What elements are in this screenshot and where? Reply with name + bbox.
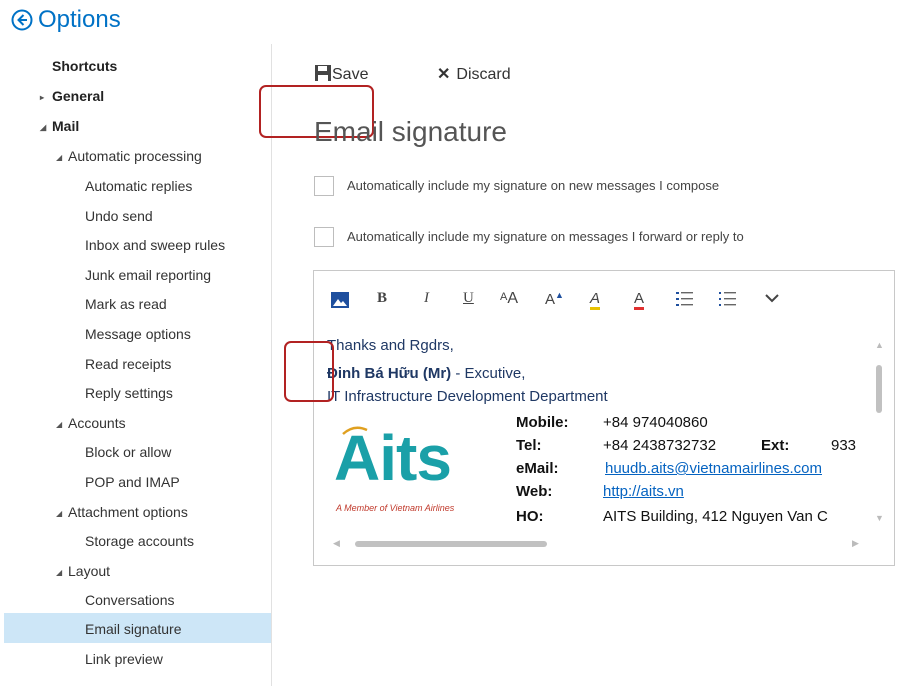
signature-content[interactable]: Thanks and Rgdrs, Đinh Bá Hữu (Mr) - Exc…	[327, 337, 872, 537]
more-options-chevron-icon[interactable]	[764, 290, 780, 310]
expanded-triangle-icon[interactable]: ◢	[40, 123, 50, 132]
scroll-left-arrow-icon[interactable]: ◀	[333, 538, 340, 549]
sidebar-item-automatic-replies[interactable]: Automatic replies	[85, 178, 192, 194]
signature-role: - Excutive,	[451, 365, 526, 382]
insert-picture-icon[interactable]	[330, 290, 350, 310]
sidebar-item-accounts[interactable]: ◢ Accounts	[56, 415, 126, 431]
sidebar-item-link-preview[interactable]: Link preview	[85, 651, 163, 667]
sidebar-item-junk-email-reporting[interactable]: Junk email reporting	[85, 267, 211, 283]
numbered-list-icon	[719, 292, 736, 306]
highlight-button[interactable]: A	[590, 290, 601, 310]
highlighter-icon: A	[590, 290, 601, 310]
options-sidebar: Shortcuts ▸ General ◢ Mail ◢ Automatic proc…	[0, 44, 272, 686]
font-color-button[interactable]: A	[634, 290, 645, 310]
save-button[interactable]: Save	[314, 64, 368, 87]
signature-name-line: Đinh Bá Hữu (Mr) - Excutive,	[327, 365, 525, 382]
logo-tagline: A Member of Vietnam Airlines	[336, 503, 455, 513]
sidebar-item-undo-send[interactable]: Undo send	[85, 208, 153, 224]
sidebar-item-general[interactable]: ▸ General	[40, 88, 104, 104]
sidebar-item-label: Attachment options	[68, 504, 188, 520]
section-title: Email signature	[314, 116, 507, 147]
sidebar-item-label: General	[52, 88, 105, 104]
close-icon: ✕	[437, 66, 451, 83]
page-title: Options	[38, 6, 121, 33]
sidebar-item-inbox-sweep-rules[interactable]: Inbox and sweep rules	[85, 237, 225, 253]
horizontal-scrollbar-thumb[interactable]	[355, 541, 547, 547]
sidebar-item-storage-accounts[interactable]: Storage accounts	[85, 533, 194, 549]
sidebar-item-automatic-processing[interactable]: ◢ Automatic processing	[56, 148, 202, 164]
sidebar-item-reply-settings[interactable]: Reply settings	[85, 385, 173, 401]
field-value-tel: +84 2438732732	[603, 437, 717, 454]
sidebar-item-conversations[interactable]: Conversations	[85, 592, 175, 608]
sidebar-item-label: Shortcuts	[52, 58, 118, 74]
field-value-web-link[interactable]: http://aits.vn	[603, 483, 684, 500]
field-label-ho: HO:	[516, 508, 544, 525]
sidebar-item-partial[interactable]	[85, 678, 175, 686]
sidebar-item-email-signature[interactable]: Email signature	[85, 621, 182, 637]
numbering-button[interactable]	[718, 290, 738, 310]
expanded-triangle-icon[interactable]: ◢	[56, 153, 66, 162]
up-arrow-icon: ▲	[555, 290, 564, 300]
field-value-mobile: +84 974040860	[603, 414, 708, 431]
sidebar-item-shortcuts[interactable]: Shortcuts	[52, 58, 117, 74]
aits-logo: Aits A Member of Vietnam Airlines	[334, 422, 494, 525]
field-value-email-link[interactable]: huudb.aits@vietnamairlines.com	[605, 460, 822, 477]
vertical-scrollbar-thumb[interactable]	[876, 365, 882, 413]
signature-greeting: Thanks and Rgdrs,	[327, 337, 454, 354]
bold-button[interactable]: B	[377, 290, 387, 310]
logo-text: Aits	[334, 422, 452, 494]
scroll-up-arrow-icon[interactable]: ▲	[875, 340, 884, 350]
sidebar-item-block-or-allow[interactable]: Block or allow	[85, 444, 171, 460]
bulleted-list-icon	[676, 292, 693, 306]
italic-button[interactable]: I	[424, 290, 429, 310]
sidebar-item-read-receipts[interactable]: Read receipts	[85, 356, 171, 372]
sidebar-item-attachment-options[interactable]: ◢ Attachment options	[56, 504, 188, 520]
field-label-mobile: Mobile:	[516, 414, 569, 431]
save-icon	[314, 64, 332, 87]
sidebar-item-pop-imap[interactable]: POP and IMAP	[85, 474, 180, 490]
back-arrow-icon[interactable]	[10, 8, 34, 32]
underline-button[interactable]: U	[463, 290, 474, 310]
sidebar-item-label: Automatic processing	[68, 148, 202, 164]
expanded-triangle-icon[interactable]: ◢	[56, 568, 66, 577]
sidebar-item-mark-as-read[interactable]: Mark as read	[85, 296, 167, 312]
field-value-ext: 933	[831, 437, 857, 454]
field-label-web: Web:	[516, 483, 553, 500]
sidebar-item-message-options[interactable]: Message options	[85, 326, 191, 342]
signature-department: IT Infrastructure Development Department	[327, 388, 608, 405]
checkbox-new-messages-label: Automatically include my signature on ne…	[347, 178, 720, 193]
checkbox-new-messages[interactable]	[314, 176, 334, 196]
signature-name: Đinh Bá Hữu (Mr)	[327, 365, 452, 382]
checkbox-forward-reply-label: Automatically include my signature on me…	[347, 229, 744, 244]
field-value-ho: AITS Building, 412 Nguyen Van C	[603, 508, 828, 525]
field-label-ext: Ext:	[761, 437, 790, 454]
sidebar-item-mail[interactable]: ◢ Mail	[40, 118, 79, 134]
font-size-glyph: A	[507, 290, 519, 307]
scroll-down-arrow-icon[interactable]: ▼	[875, 513, 884, 523]
save-label: Save	[332, 66, 369, 83]
sidebar-divider	[271, 44, 272, 686]
annotation-box-signature	[284, 341, 334, 402]
page-header: Options	[0, 0, 901, 44]
grow-font-icon: A	[545, 291, 556, 308]
expanded-triangle-icon[interactable]: ◢	[56, 420, 66, 429]
discard-label: Discard	[456, 66, 511, 83]
sidebar-item-label: Layout	[68, 563, 111, 579]
sidebar-item-label: Accounts	[68, 415, 126, 431]
expanded-triangle-icon[interactable]: ◢	[56, 509, 66, 518]
discard-button[interactable]: ✕ Discard	[437, 64, 511, 84]
field-label-tel: Tel:	[516, 437, 542, 454]
font-size-button[interactable]: AA	[500, 290, 518, 310]
scroll-right-arrow-icon[interactable]: ▶	[852, 538, 859, 549]
collapsed-triangle-icon[interactable]: ▸	[40, 93, 50, 102]
grow-font-button[interactable]: A▲	[545, 290, 564, 310]
bullets-button[interactable]	[675, 290, 695, 310]
field-label-email: eMail:	[516, 460, 559, 477]
sidebar-item-label: Mail	[52, 118, 80, 134]
sidebar-item-layout[interactable]: ◢ Layout	[56, 563, 110, 579]
checkbox-forward-reply[interactable]	[314, 227, 334, 247]
font-color-icon: A	[634, 290, 645, 310]
